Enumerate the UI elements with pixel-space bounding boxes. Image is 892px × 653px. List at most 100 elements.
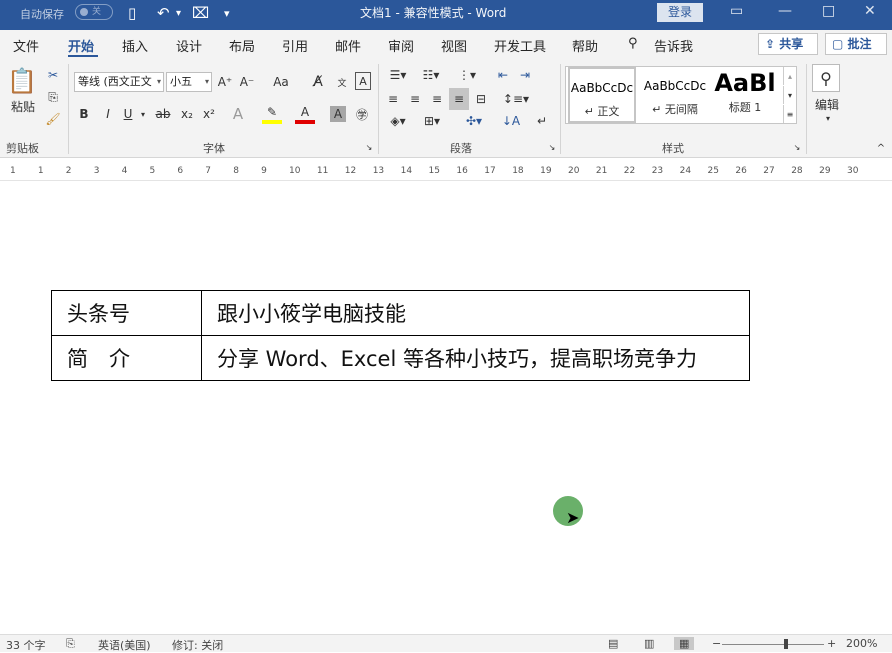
font-dialog-launcher-icon[interactable]: ↘ [364, 142, 374, 152]
superscript-button[interactable]: x² [200, 104, 218, 124]
tab-developer[interactable]: 开发工具 [494, 36, 546, 55]
style-normal[interactable]: AaBbCcDc ↵ 正文 [568, 67, 636, 123]
collapse-ribbon-icon[interactable]: ^ [874, 142, 888, 154]
ruler-tick-label: 8 [233, 166, 239, 176]
search-icon[interactable]: ⚲ [812, 64, 840, 92]
track-changes-status[interactable]: 修订: 关闭 [172, 637, 223, 653]
grow-font-button[interactable]: A⁺ [216, 72, 234, 92]
tab-home[interactable]: 开始 [68, 36, 94, 55]
ribbon-display-icon[interactable]: ▭ [730, 3, 743, 19]
show-marks-icon[interactable]: ↵ [532, 112, 552, 130]
title-bar: 自动保存 关 ▯ ↶ ▾ ⌧ ▾ 文档1 - 兼容性模式 - Word 登录 ▭… [0, 0, 892, 30]
login-button[interactable]: 登录 [657, 3, 703, 22]
chinese-layout-icon[interactable]: ✣▾ [460, 112, 488, 130]
tab-insert[interactable]: 插入 [122, 36, 148, 55]
increase-indent-icon[interactable]: ⇥ [516, 66, 534, 84]
save-icon[interactable]: ▯ [128, 4, 136, 22]
font-color-button[interactable]: A [295, 104, 315, 124]
editing-dropdown-icon[interactable]: ▾ [822, 112, 834, 124]
style-no-spacing[interactable]: AaBbCcDc ↵ 无间隔 [640, 67, 710, 123]
zoom-slider-thumb[interactable] [784, 639, 788, 649]
zoom-out-icon[interactable]: − [712, 637, 721, 650]
share-button[interactable]: ⇪ 共享 [758, 33, 818, 55]
tell-me-search[interactable]: 告诉我 [654, 36, 693, 55]
horizontal-ruler[interactable] [0, 161, 892, 181]
character-border-icon[interactable]: A [355, 72, 371, 90]
italic-button[interactable]: I [100, 104, 116, 124]
format-painter-icon[interactable]: 🖌 [44, 110, 62, 128]
highlight-icon[interactable]: ✎ [262, 104, 282, 124]
maximize-icon[interactable]: □ [822, 3, 835, 19]
distributed-icon[interactable]: ⊟ [472, 90, 490, 108]
close-icon[interactable]: ✕ [864, 3, 876, 19]
shrink-font-button[interactable]: A⁻ [238, 72, 256, 92]
web-layout-icon[interactable]: ▦ [674, 637, 695, 650]
minimize-icon[interactable]: — [778, 3, 792, 19]
read-mode-icon[interactable]: ▤ [608, 637, 618, 650]
comments-button[interactable]: ▢ 批注 [825, 33, 887, 55]
table-cell[interactable]: 分享 Word、Excel 等各种小技巧，提高职场竞争力 [201, 335, 750, 381]
styles-dialog-launcher-icon[interactable]: ↘ [792, 142, 802, 152]
enclose-characters-icon[interactable]: ㊫ [352, 104, 372, 124]
underline-dropdown-icon[interactable]: ▾ [138, 104, 148, 124]
undo-icon[interactable]: ↶ [157, 4, 170, 22]
tab-references[interactable]: 引用 [282, 36, 308, 55]
align-left-icon[interactable]: ≡ [384, 90, 402, 108]
tab-mailings[interactable]: 邮件 [335, 36, 361, 55]
table-cell[interactable]: 跟小小筱学电脑技能 [201, 290, 750, 336]
language-indicator[interactable]: 英语(美国) [98, 637, 151, 653]
document-canvas[interactable]: 头条号 跟小小筱学电脑技能 简 介 分享 Word、Excel 等各种小技巧，提… [0, 182, 892, 634]
font-name-combo[interactable]: 等线 (西文正文 ▾ [74, 72, 164, 92]
align-right-icon[interactable]: ≡ [428, 90, 446, 108]
font-size-combo[interactable]: 小五 ▾ [166, 72, 212, 92]
paragraph-dialog-launcher-icon[interactable]: ↘ [547, 142, 557, 152]
paste-label[interactable]: 粘贴 [8, 98, 38, 114]
styles-scroll-up-icon[interactable]: ▴ [783, 67, 796, 85]
sort-icon[interactable]: ↓A [500, 112, 522, 130]
tab-file[interactable]: 文件 [13, 36, 39, 55]
styles-scroll-down-icon[interactable]: ▾ [783, 86, 796, 104]
shading-icon[interactable]: ◈▾ [384, 112, 412, 130]
lightbulb-icon[interactable]: ⚲ [628, 36, 638, 51]
change-case-button[interactable]: Aa [266, 72, 296, 92]
tab-layout[interactable]: 布局 [229, 36, 255, 55]
copy-icon[interactable]: ⎘ [44, 88, 62, 106]
touch-mode-icon[interactable]: ⌧ [192, 4, 209, 22]
editing-label[interactable]: 编辑 [810, 96, 844, 112]
tab-view[interactable]: 视图 [441, 36, 467, 55]
subscript-button[interactable]: x₂ [178, 104, 196, 124]
tab-help[interactable]: 帮助 [572, 36, 598, 55]
numbering-icon[interactable]: ☷▾ [416, 66, 446, 84]
strikethrough-button[interactable]: ab [152, 104, 174, 124]
styles-more-icon[interactable]: ≡ [783, 105, 796, 123]
underline-button[interactable]: U [120, 104, 136, 124]
zoom-slider[interactable] [722, 644, 824, 645]
zoom-in-icon[interactable]: + [827, 637, 836, 650]
print-layout-icon[interactable]: ▥ [644, 637, 654, 650]
multilevel-list-icon[interactable]: ⋮▾ [452, 66, 482, 84]
cut-icon[interactable]: ✂ [44, 66, 62, 84]
borders-icon[interactable]: ⊞▾ [418, 112, 446, 130]
character-shading-icon[interactable]: A [330, 106, 346, 122]
tab-review[interactable]: 审阅 [388, 36, 414, 55]
justify-icon[interactable]: ≡ [449, 88, 469, 110]
decrease-indent-icon[interactable]: ⇤ [494, 66, 512, 84]
customize-qat-icon[interactable]: ▾ [224, 7, 230, 20]
paste-icon[interactable]: 📋 [7, 66, 37, 96]
zoom-level[interactable]: 200% [846, 637, 877, 650]
text-effects-icon[interactable]: A [228, 104, 248, 124]
autosave-toggle[interactable]: 关 [75, 4, 113, 20]
bold-button[interactable]: B [76, 104, 92, 124]
table-cell[interactable]: 头条号 [51, 290, 202, 336]
word-count[interactable]: 33 个字 [6, 637, 46, 653]
undo-dropdown-icon[interactable]: ▾ [176, 8, 181, 19]
phonetic-guide-icon[interactable]: 文 [332, 72, 352, 92]
style-heading-1[interactable]: AaBl 标题 1 [712, 67, 778, 123]
tab-design[interactable]: 设计 [176, 36, 202, 55]
table-cell[interactable]: 简 介 [51, 335, 202, 381]
proofing-icon[interactable]: ⎘ [66, 637, 75, 651]
align-center-icon[interactable]: ≡ [406, 90, 424, 108]
bullets-icon[interactable]: ☰▾ [384, 66, 412, 84]
clear-formatting-icon[interactable]: A̸ [308, 72, 328, 92]
line-spacing-icon[interactable]: ↕≡▾ [502, 90, 530, 108]
